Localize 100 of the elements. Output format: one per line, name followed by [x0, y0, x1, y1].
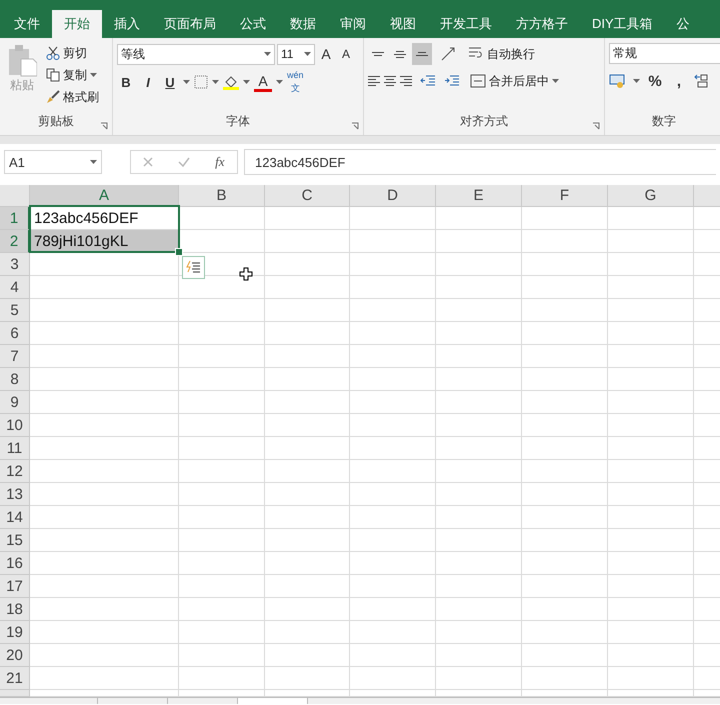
column-header[interactable]: G	[608, 185, 694, 207]
table-cell[interactable]	[436, 414, 522, 437]
table-cell[interactable]	[608, 437, 694, 460]
shrink-font-button[interactable]: A	[337, 43, 355, 65]
ribbon-tab[interactable]: 开发工具	[428, 10, 504, 38]
table-cell[interactable]	[608, 207, 694, 230]
row-header[interactable]: 20	[0, 644, 30, 667]
table-cell[interactable]	[179, 690, 265, 697]
table-cell[interactable]	[179, 322, 265, 345]
table-cell[interactable]	[436, 621, 522, 644]
row-header[interactable]: 13	[0, 483, 30, 506]
table-cell[interactable]	[350, 230, 436, 253]
table-cell[interactable]	[350, 414, 436, 437]
table-cell[interactable]	[522, 391, 608, 414]
table-cell[interactable]	[608, 253, 694, 276]
ribbon-tab[interactable]: 页面布局	[152, 10, 228, 38]
currency-icon[interactable]	[609, 73, 627, 89]
table-cell[interactable]	[608, 529, 694, 552]
row-header[interactable]: 14	[0, 506, 30, 529]
table-cell[interactable]	[350, 276, 436, 299]
table-cell[interactable]	[30, 368, 179, 391]
increase-indent-icon[interactable]	[444, 74, 460, 88]
table-cell[interactable]	[522, 368, 608, 391]
ribbon-tab[interactable]: 开始	[52, 10, 102, 38]
table-cell[interactable]	[522, 207, 608, 230]
column-header[interactable]: B	[179, 185, 265, 207]
row-header[interactable]: 9	[0, 391, 30, 414]
check-icon[interactable]	[178, 157, 190, 167]
cut-button[interactable]: 剪切	[44, 43, 101, 63]
table-cell[interactable]	[179, 345, 265, 368]
table-cell[interactable]	[179, 667, 265, 690]
table-cell[interactable]	[350, 529, 436, 552]
border-icon[interactable]	[194, 75, 208, 89]
wrap-text-button[interactable]: 自动换行	[466, 44, 537, 64]
table-cell[interactable]	[265, 345, 350, 368]
table-cell[interactable]	[30, 322, 179, 345]
table-cell[interactable]	[436, 575, 522, 598]
table-cell[interactable]	[522, 414, 608, 437]
row-header[interactable]: 8	[0, 368, 30, 391]
column-header[interactable]: E	[436, 185, 522, 207]
row-header[interactable]: 18	[0, 598, 30, 621]
table-cell[interactable]	[350, 621, 436, 644]
table-cell[interactable]	[30, 621, 179, 644]
table-cell[interactable]	[350, 460, 436, 483]
table-cell[interactable]	[30, 552, 179, 575]
table-cell[interactable]	[265, 230, 350, 253]
table-cell[interactable]	[608, 644, 694, 667]
table-cell[interactable]	[30, 391, 179, 414]
insert-function-button[interactable]: fx	[215, 154, 225, 170]
table-cell[interactable]	[265, 391, 350, 414]
table-cell[interactable]	[179, 575, 265, 598]
table-cell[interactable]	[436, 391, 522, 414]
table-cell[interactable]	[30, 575, 179, 598]
table-cell[interactable]	[608, 414, 694, 437]
row-header[interactable]: 12	[0, 460, 30, 483]
column-header[interactable]: A	[30, 185, 179, 207]
table-cell[interactable]	[30, 483, 179, 506]
ribbon-tab[interactable]: 审阅	[328, 10, 378, 38]
row-header[interactable]: 3	[0, 253, 30, 276]
table-cell[interactable]	[608, 276, 694, 299]
table-cell[interactable]	[608, 391, 694, 414]
table-cell[interactable]	[350, 575, 436, 598]
column-header[interactable]: F	[522, 185, 608, 207]
table-cell[interactable]	[522, 230, 608, 253]
grow-font-button[interactable]: A	[317, 43, 335, 65]
table-cell[interactable]	[608, 667, 694, 690]
vertical-align-button[interactable]	[412, 43, 432, 65]
table-cell[interactable]	[522, 253, 608, 276]
table-cell[interactable]	[522, 506, 608, 529]
table-cell[interactable]	[179, 598, 265, 621]
row-header[interactable]: 10	[0, 414, 30, 437]
table-cell[interactable]	[522, 460, 608, 483]
table-cell[interactable]	[608, 598, 694, 621]
table-cell[interactable]	[522, 644, 608, 667]
table-cell[interactable]	[608, 506, 694, 529]
table-cell[interactable]	[522, 437, 608, 460]
table-cell[interactable]	[179, 437, 265, 460]
table-cell[interactable]	[30, 460, 179, 483]
row-header[interactable]: 1	[0, 207, 30, 230]
font-size-field[interactable]: 11	[277, 44, 315, 64]
table-cell[interactable]	[350, 598, 436, 621]
copy-button[interactable]: 复制	[44, 65, 101, 85]
table-cell[interactable]	[608, 368, 694, 391]
table-cell[interactable]	[179, 529, 265, 552]
column-header[interactable]: C	[265, 185, 350, 207]
table-cell[interactable]	[436, 667, 522, 690]
fill-bucket-icon[interactable]	[223, 74, 239, 90]
table-cell[interactable]	[265, 621, 350, 644]
table-cell[interactable]	[265, 690, 350, 697]
table-cell[interactable]	[350, 207, 436, 230]
table-cell[interactable]	[608, 299, 694, 322]
table-cell[interactable]	[265, 529, 350, 552]
table-cell[interactable]	[608, 460, 694, 483]
table-cell[interactable]	[436, 253, 522, 276]
table-cell[interactable]	[436, 460, 522, 483]
table-cell[interactable]	[436, 437, 522, 460]
ribbon-tab[interactable]: DIY工具箱	[580, 10, 665, 38]
row-header[interactable]: 21	[0, 667, 30, 690]
phonetic-button[interactable]: wén 文	[287, 71, 304, 93]
row-header[interactable]: 4	[0, 276, 30, 299]
